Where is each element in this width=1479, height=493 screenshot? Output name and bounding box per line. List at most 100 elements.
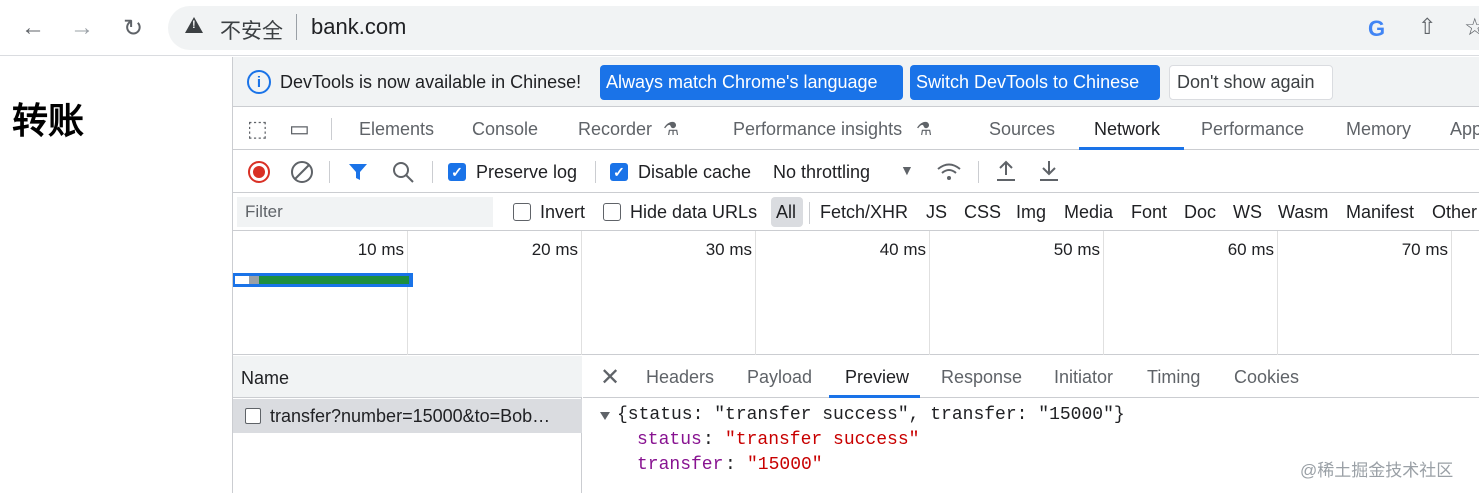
expand-triangle-icon[interactable] [600,412,610,420]
flask-icon: ⚗ [916,119,933,139]
timeline-tick-label: 60 ms [1227,240,1274,259]
tab-performance[interactable]: Performance [1201,119,1304,140]
search-icon[interactable] [391,160,415,184]
security-label[interactable]: 不安全 [220,15,283,45]
filter-type-js[interactable]: JS [926,202,947,223]
url-separator [296,14,297,40]
tab-recorder[interactable]: Recorder [578,119,652,140]
network-timeline[interactable]: 10 ms 20 ms 30 ms 40 ms 50 ms 60 ms 70 m… [233,231,1479,355]
timeline-tick-label: 30 ms [705,240,752,259]
timeline-tick-label: 50 ms [1053,240,1100,259]
warning-icon[interactable] [185,17,203,33]
back-arrow-icon[interactable]: ← [17,12,49,44]
close-icon[interactable]: ✕ [600,363,620,392]
preview-transfer-key: transfer [637,455,724,475]
page-title: 转账 [12,100,85,141]
timeline-tick-label: 10 ms [357,240,404,259]
filter-type-media[interactable]: Media [1064,202,1113,223]
hide-data-urls-checkbox[interactable] [603,203,621,221]
timeline-gridline [581,231,582,355]
filter-type-wasm[interactable]: Wasm [1278,202,1328,223]
tab-network[interactable]: Network [1094,119,1160,140]
inspect-element-icon[interactable]: ⬚ [247,116,268,142]
timeline-bar-queueing [235,276,249,284]
forward-arrow-icon[interactable]: → [66,12,98,44]
filter-type-font[interactable]: Font [1131,202,1167,223]
preview-status-value: "transfer success" [725,430,920,450]
tab-elements[interactable]: Elements [359,119,434,140]
colon: : [725,455,736,475]
tab-memory[interactable]: Memory [1346,119,1411,140]
filter-bar: Invert Hide data URLs All Fetch/XHR JS C… [233,194,1479,231]
invert-label[interactable]: Invert [540,202,585,223]
column-header-name[interactable]: Name [241,368,289,389]
invert-checkbox[interactable] [513,203,531,221]
record-icon[interactable] [247,160,271,184]
divider [331,118,332,140]
filter-type-ws[interactable]: WS [1233,202,1262,223]
language-infobar: i DevTools is now available in Chinese! … [233,57,1479,107]
disable-cache-label[interactable]: Disable cache [638,162,751,183]
tab-timing[interactable]: Timing [1147,367,1200,388]
device-toolbar-icon[interactable]: ▭ [289,116,310,142]
filter-type-img[interactable]: Img [1016,202,1046,223]
info-icon: i [247,70,271,94]
tab-headers[interactable]: Headers [646,367,714,388]
preview-summary[interactable]: {status: "transfer success", transfer: "… [617,405,1125,425]
filter-type-doc[interactable]: Doc [1184,202,1216,223]
throttling-select[interactable]: No throttling [773,162,870,183]
google-lens-icon[interactable]: G [1368,16,1385,42]
filter-type-other[interactable]: Other [1432,202,1477,223]
filter-type-manifest[interactable]: Manifest [1346,202,1414,223]
browser-toolbar: ← → ↻ 不安全 bank.com G ⇧ ☆ [0,0,1479,56]
filter-type-all[interactable]: All [776,202,796,223]
tab-console[interactable]: Console [472,119,538,140]
filter-type-fetch-xhr[interactable]: Fetch/XHR [820,202,908,223]
dont-show-again-button[interactable]: Don't show again [1169,65,1333,100]
tab-application[interactable]: App [1450,119,1479,140]
filter-icon[interactable] [347,161,369,183]
clear-icon[interactable] [290,160,314,184]
timeline-gridline [1103,231,1104,355]
timeline-bar-stalled [249,276,259,284]
detail-tab-bar: ✕ Headers Payload Preview Response Initi… [583,356,1479,398]
preserve-log-label[interactable]: Preserve log [476,162,577,183]
hide-data-urls-label[interactable]: Hide data URLs [630,202,757,223]
table-row[interactable]: transfer?number=15000&to=Bob… [233,399,582,433]
tab-performance-insights[interactable]: Performance insights [733,119,902,140]
tab-payload[interactable]: Payload [747,367,812,388]
tab-cookies[interactable]: Cookies [1234,367,1299,388]
share-icon[interactable]: ⇧ [1418,14,1436,40]
preview-transfer-value: "15000" [747,455,823,475]
filter-type-css[interactable]: CSS [964,202,1001,223]
filter-input[interactable] [237,197,493,227]
colon: : [703,430,714,450]
flask-icon: ⚗ [663,119,680,139]
infobar-message: DevTools is now available in Chinese! [280,72,582,92]
tab-preview[interactable]: Preview [845,367,909,388]
reload-icon[interactable]: ↻ [117,12,149,44]
timeline-gridline [929,231,930,355]
watermark: @稀土掘金技术社区 [1300,461,1454,480]
download-icon[interactable] [1038,159,1060,183]
disable-cache-checkbox[interactable]: ✓ [610,163,628,181]
switch-to-chinese-button[interactable]: Switch DevTools to Chinese [910,65,1160,100]
document-icon [245,408,261,424]
tab-initiator[interactable]: Initiator [1054,367,1113,388]
tab-response[interactable]: Response [941,367,1022,388]
always-match-language-button[interactable]: Always match Chrome's language [600,65,903,100]
upload-icon[interactable] [995,159,1017,183]
tab-sources[interactable]: Sources [989,119,1055,140]
active-tab-indicator [829,395,920,398]
timeline-tick-label: 70 ms [1401,240,1448,259]
chevron-down-icon[interactable]: ▼ [900,162,914,178]
divider [809,202,810,224]
bookmark-star-icon[interactable]: ☆ [1464,13,1479,42]
request-list-header[interactable]: Name [233,356,582,398]
url-text[interactable]: bank.com [311,14,406,40]
request-name[interactable]: transfer?number=15000&to=Bob… [270,406,575,427]
timeline-bar-waiting [259,276,409,284]
timeline-gridline [407,231,408,355]
preserve-log-checkbox[interactable]: ✓ [448,163,466,181]
network-conditions-icon[interactable] [936,160,962,184]
